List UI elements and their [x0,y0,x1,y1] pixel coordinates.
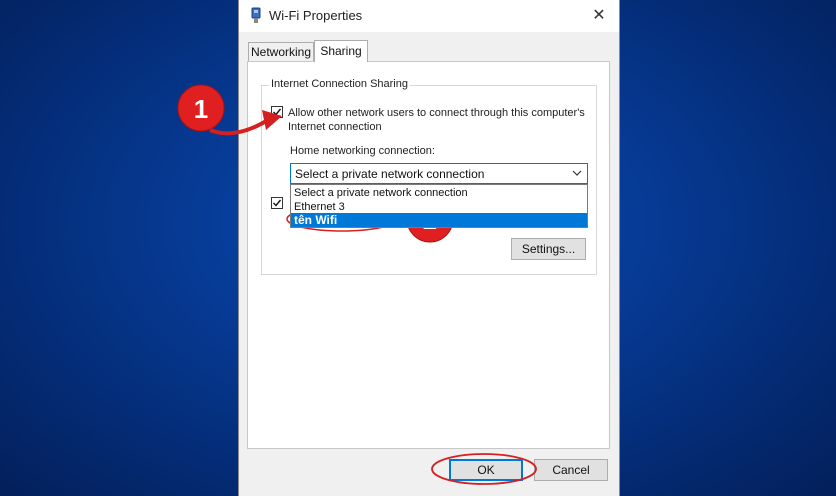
wifi-properties-dialog: Wi-Fi Properties ✕ Networking Sharing In… [238,0,620,496]
home-networking-dropdown-list: Select a private network connection Ethe… [290,184,588,228]
step-badge-1 [177,84,225,132]
cancel-button[interactable]: Cancel [534,459,608,481]
title-bar: Wi-Fi Properties ✕ [239,0,619,32]
window-title: Wi-Fi Properties [269,8,363,23]
allow-sharing-label: Allow other network users to connect thr… [288,107,585,133]
step-badge-1-label: 1 [194,94,208,124]
chevron-down-icon [572,170,582,176]
checkmark-icon [273,108,282,116]
home-networking-label: Home networking connection: [290,145,435,157]
select-value: Select a private network connection [295,167,485,181]
allow-control-checkbox[interactable] [271,197,283,209]
group-label: Internet Connection Sharing [269,78,410,90]
close-button[interactable]: ✕ [585,3,613,29]
tab-sharing[interactable]: Sharing [314,40,368,62]
tab-networking[interactable]: Networking [248,42,314,61]
dropdown-option[interactable]: Select a private network connection [291,186,587,200]
home-networking-select[interactable]: Select a private network connection [290,163,588,184]
dropdown-option[interactable]: Ethernet 3 [291,200,587,214]
ok-button[interactable]: OK [449,459,523,481]
network-adapter-icon [251,7,261,23]
allow-sharing-checkbox[interactable] [271,106,283,118]
dropdown-option-selected[interactable]: tên Wifi [291,213,587,227]
internet-connection-sharing-group: Internet Connection Sharing Allow other … [261,78,597,275]
settings-button[interactable]: Settings... [511,238,586,260]
checkmark-icon [273,199,282,207]
sharing-panel: Internet Connection Sharing Allow other … [247,61,610,449]
